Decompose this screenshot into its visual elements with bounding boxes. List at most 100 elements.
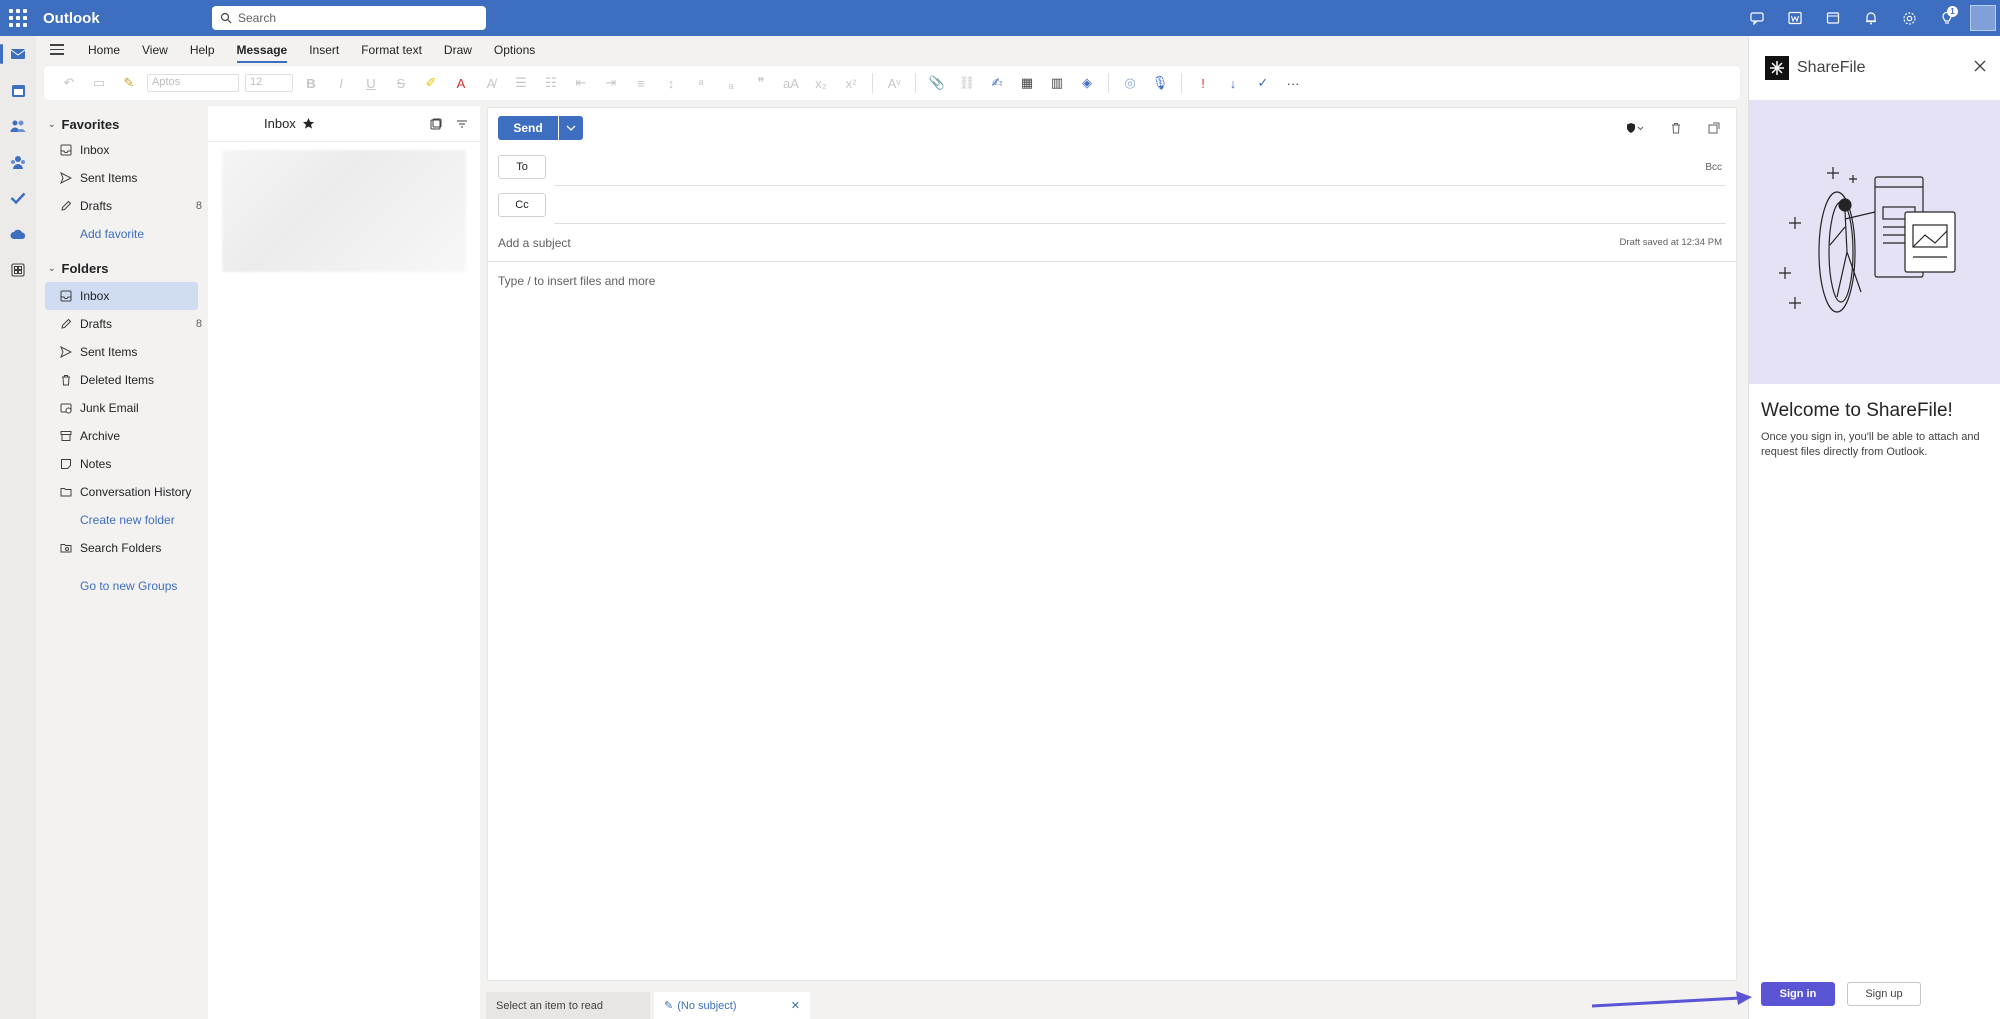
low-importance-icon[interactable]: ↓ [1218, 70, 1248, 96]
tab-help[interactable]: Help [190, 39, 215, 61]
subscript-icon[interactable]: x₂ [806, 70, 836, 96]
outdent-icon[interactable]: ⇤ [566, 70, 596, 96]
app-launcher-button[interactable] [0, 0, 36, 36]
rail-people[interactable] [0, 108, 36, 144]
my-day-button[interactable] [1814, 0, 1852, 36]
more-options-icon[interactable]: ··· [1278, 70, 1308, 96]
highlight-icon[interactable]: ✐ [416, 70, 446, 96]
send-button[interactable]: Send [498, 116, 558, 140]
rail-calendar[interactable] [0, 72, 36, 108]
high-importance-icon[interactable]: ! [1188, 70, 1218, 96]
tab-message[interactable]: Message [236, 39, 287, 63]
signature-icon[interactable]: ✍ [982, 70, 1012, 96]
folder-inbox[interactable]: Inbox [45, 282, 198, 310]
select-icon[interactable] [430, 118, 442, 130]
font-name-select[interactable]: Aptos [147, 74, 239, 92]
clear-format-icon[interactable]: A̸ [476, 70, 506, 96]
to-button[interactable]: To [498, 155, 546, 179]
folder-notes[interactable]: Notes [36, 450, 208, 478]
format-painter-icon[interactable]: ✎ [114, 70, 144, 96]
favorite-inbox[interactable]: Inbox [36, 136, 208, 164]
teams-chat-button[interactable] [1738, 0, 1776, 36]
word-button[interactable] [1776, 0, 1814, 36]
bcc-button[interactable]: Bcc [1705, 162, 1722, 173]
tab-draft[interactable]: ✎ (No subject) ✕ [654, 992, 810, 1019]
sign-in-button[interactable]: Sign in [1761, 982, 1835, 1006]
rail-todo[interactable] [0, 180, 36, 216]
sign-up-button[interactable]: Sign up [1847, 982, 1921, 1006]
search-input[interactable]: Search [212, 6, 486, 30]
underline-icon[interactable]: U [356, 70, 386, 96]
undo-icon[interactable]: ↶ [54, 70, 84, 96]
tab-format-text[interactable]: Format text [361, 39, 422, 61]
indent-icon[interactable]: ⇥ [596, 70, 626, 96]
chevron-down-icon: ⌄ [48, 118, 56, 129]
italic-icon[interactable]: I [326, 70, 356, 96]
app-title[interactable]: Outlook [43, 10, 213, 27]
subject-field[interactable]: Add a subject Draft saved at 12:34 PM [488, 224, 1736, 262]
go-to-groups-link[interactable]: Go to new Groups [36, 572, 208, 600]
line-spacing-icon[interactable]: ↕ [656, 70, 686, 96]
discard-trash-icon[interactable] [1670, 122, 1682, 134]
style-up-icon[interactable]: ᵃ [686, 70, 716, 96]
tab-insert[interactable]: Insert [309, 39, 339, 61]
superscript-icon[interactable]: x² [836, 70, 866, 96]
text-size-icon[interactable]: aA [776, 70, 806, 96]
create-new-folder-link[interactable]: Create new folder [36, 506, 208, 534]
message-body[interactable]: Type / to insert files and more [488, 262, 1736, 300]
dictate-icon[interactable]: 🎙 [1145, 70, 1175, 96]
tab-home[interactable]: Home [88, 39, 120, 61]
notifications-button[interactable] [1852, 0, 1890, 36]
numbering-icon[interactable]: ☷ [536, 70, 566, 96]
send-options-button[interactable] [559, 116, 583, 140]
paste-icon[interactable]: ▭ [84, 70, 114, 96]
font-size-select[interactable]: 12 [245, 74, 293, 92]
hamburger-icon[interactable] [50, 44, 70, 55]
loop-icon[interactable]: ◈ [1072, 70, 1102, 96]
tips-button[interactable]: 1 [1928, 0, 1966, 36]
cc-button[interactable]: Cc [498, 193, 546, 217]
editor-icon[interactable]: ✓ [1248, 70, 1278, 96]
favorites-header[interactable]: ⌄ Favorites [36, 112, 208, 136]
rail-onedrive[interactable] [0, 216, 36, 252]
close-icon[interactable]: ✕ [791, 999, 800, 1012]
folders-header[interactable]: ⌄ Folders [36, 256, 208, 280]
settings-button[interactable] [1890, 0, 1928, 36]
folder-search-folders[interactable]: Search Folders [36, 534, 208, 562]
tab-view[interactable]: View [142, 39, 168, 61]
tab-reading[interactable]: Select an item to read [486, 992, 650, 1019]
sensitivity-shield-icon[interactable] [1626, 122, 1644, 134]
tab-draw[interactable]: Draw [444, 39, 472, 61]
rail-groups[interactable] [0, 144, 36, 180]
tab-options[interactable]: Options [494, 39, 535, 61]
folder-junk-email[interactable]: Junk Email [36, 394, 208, 422]
close-icon[interactable] [1974, 60, 1986, 72]
add-favorite-link[interactable]: Add favorite [36, 220, 208, 248]
attach-icon[interactable]: 📎 [922, 70, 952, 96]
strikethrough-icon[interactable]: S [386, 70, 416, 96]
filter-icon[interactable] [456, 118, 468, 130]
rail-more-apps[interactable] [0, 252, 36, 288]
folder-drafts[interactable]: Drafts 8 [36, 310, 208, 338]
quote-icon[interactable]: ❞ [746, 70, 776, 96]
folder-deleted-items[interactable]: Deleted Items [36, 366, 208, 394]
folder-archive[interactable]: Archive [36, 422, 208, 450]
rail-mail[interactable] [0, 36, 36, 72]
bullets-icon[interactable]: ☰ [506, 70, 536, 96]
style-down-icon[interactable]: ₐ [716, 70, 746, 96]
pop-out-icon[interactable] [1708, 122, 1720, 134]
styles-icon[interactable]: Aᵛ [879, 70, 909, 96]
star-icon[interactable] [302, 117, 315, 130]
copilot-icon[interactable]: ◎ [1115, 70, 1145, 96]
folder-sent-items[interactable]: Sent Items [36, 338, 208, 366]
font-color-icon[interactable]: A [446, 70, 476, 96]
link-icon[interactable]: ⛓ [952, 70, 982, 96]
favorite-sent-items[interactable]: Sent Items [36, 164, 208, 192]
favorite-drafts[interactable]: Drafts 8 [36, 192, 208, 220]
align-icon[interactable]: ≡ [626, 70, 656, 96]
table-icon[interactable]: ▦ [1012, 70, 1042, 96]
chart-icon[interactable]: ▥ [1042, 70, 1072, 96]
avatar[interactable] [1970, 5, 1996, 31]
folder-conversation-history[interactable]: Conversation History [36, 478, 208, 506]
bold-icon[interactable]: B [296, 70, 326, 96]
